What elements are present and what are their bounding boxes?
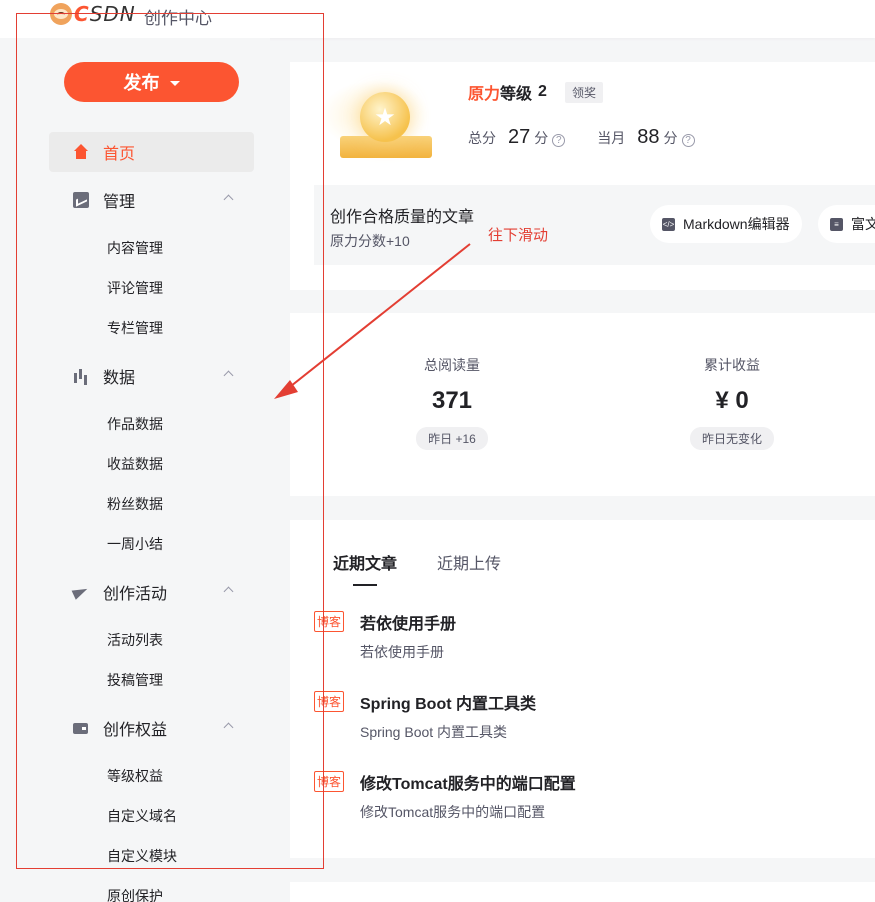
- level-title: 原力等级: [468, 86, 533, 103]
- sidebar-group-data[interactable]: 数据: [49, 348, 254, 404]
- sidebar-item-original-protect[interactable]: 原创保护: [49, 876, 254, 902]
- sidebar-item-work-data[interactable]: 作品数据: [49, 404, 254, 444]
- recent-panel: 近期文章 近期上传 博客 若依使用手册 若依使用手册 博客 Spring Boo…: [290, 520, 875, 858]
- level-value: 2: [538, 83, 547, 100]
- sidebar-group-manage[interactable]: 管理: [49, 172, 254, 228]
- trend-chart-icon: [73, 192, 89, 208]
- bar-chart-icon: [73, 368, 89, 384]
- markdown-editor-button[interactable]: </> Markdown编辑器: [650, 205, 802, 243]
- rich-text-editor-button[interactable]: ≡ 富文: [818, 205, 875, 243]
- sidebar: 发布 首页 管理 内容管理 评论管理 专栏管理 数据 作品数据 收益数据 粉丝数…: [0, 38, 270, 902]
- help-icon[interactable]: ?: [552, 134, 566, 147]
- sidebar-nav: 首页 管理 内容管理 评论管理 专栏管理 数据 作品数据 收益数据 粉丝数据 一…: [49, 132, 254, 902]
- task-bar: 创作合格质量的文章 原力分数+10 </> Markdown编辑器 ≡ 富文: [314, 185, 875, 265]
- task-title: 创作合格质量的文章: [330, 209, 475, 226]
- sidebar-item-comment-manage[interactable]: 评论管理: [49, 268, 254, 308]
- help-icon[interactable]: ?: [681, 134, 695, 147]
- star-icon: ★: [360, 92, 410, 142]
- blog-tag: 博客: [314, 771, 345, 792]
- home-icon: [73, 144, 89, 160]
- sidebar-item-custom-module[interactable]: 自定义模块: [49, 836, 254, 876]
- mascot-icon: [50, 3, 72, 25]
- month-score: 88: [637, 126, 660, 148]
- reads-delta-badge: 昨日 +16: [416, 427, 488, 450]
- code-icon: </>: [662, 217, 675, 231]
- income-delta-badge: 昨日无变化: [689, 427, 774, 450]
- sidebar-item-income-data[interactable]: 收益数据: [49, 444, 254, 484]
- chevron-up-icon: [223, 586, 234, 597]
- score-row: 总分 27 分 ? 当月 88 分 ?: [468, 126, 695, 149]
- task-subtitle: 原力分数+10: [330, 233, 410, 249]
- blog-tag: 博客: [314, 691, 345, 712]
- sidebar-item-home[interactable]: 首页: [49, 132, 254, 172]
- sidebar-item-fans-data[interactable]: 粉丝数据: [49, 484, 254, 524]
- tab-recent-uploads[interactable]: 近期上传: [437, 550, 501, 586]
- article-subtitle: Spring Boot 内置工具类: [360, 724, 508, 740]
- chevron-up-icon: [223, 194, 234, 205]
- annotation-text: 往下滑动: [488, 227, 549, 244]
- paper-plane-icon: [73, 584, 89, 600]
- level-row: 原力等级 2 领奖: [468, 80, 603, 104]
- caret-down-icon: [169, 80, 180, 86]
- total-income-value: ¥ 0: [715, 387, 749, 414]
- article-subtitle: 若依使用手册: [360, 644, 444, 660]
- sidebar-group-rights[interactable]: 创作权益: [49, 700, 254, 756]
- next-panel: [290, 882, 875, 902]
- article-title[interactable]: 若依使用手册: [360, 610, 456, 634]
- sidebar-item-level-rights[interactable]: 等级权益: [49, 756, 254, 796]
- recent-tabs: 近期文章 近期上传: [333, 550, 501, 586]
- blog-tag: 博客: [314, 611, 345, 632]
- article-title[interactable]: 修改Tomcat服务中的端口配置: [360, 770, 576, 794]
- top-header: CSDN 创作中心: [0, 0, 875, 38]
- article-title[interactable]: Spring Boot 内置工具类: [360, 690, 536, 714]
- claim-reward-button[interactable]: 领奖: [564, 81, 603, 103]
- chevron-up-icon: [223, 370, 234, 381]
- sidebar-item-column-manage[interactable]: 专栏管理: [49, 308, 254, 348]
- wallet-icon: [73, 720, 89, 736]
- total-reads-stat: 总阅读量 371 昨日 +16: [372, 355, 532, 450]
- publish-button[interactable]: 发布: [64, 62, 239, 102]
- tab-recent-articles[interactable]: 近期文章: [333, 550, 397, 586]
- total-income-stat: 累计收益 ¥ 0 昨日无变化: [652, 355, 812, 450]
- total-reads-value: 371: [431, 387, 473, 414]
- sidebar-group-activity[interactable]: 创作活动: [49, 564, 254, 620]
- article-subtitle: 修改Tomcat服务中的端口配置: [360, 804, 546, 820]
- level-badge-image: ★: [314, 74, 434, 162]
- sidebar-item-custom-domain[interactable]: 自定义域名: [49, 796, 254, 836]
- header-subtitle: 创作中心: [144, 9, 212, 28]
- stats-panel: 总阅读量 371 昨日 +16 累计收益 ¥ 0 昨日无变化: [290, 313, 875, 496]
- level-panel: ★ 原力等级 2 领奖 总分 27 分 ? 当月 88 分 ? 创作合格质量的文…: [290, 62, 875, 290]
- chevron-up-icon: [223, 722, 234, 733]
- sidebar-item-submission-manage[interactable]: 投稿管理: [49, 660, 254, 700]
- csdn-logo[interactable]: CSDN: [50, 2, 136, 26]
- sidebar-item-activity-list[interactable]: 活动列表: [49, 620, 254, 660]
- sidebar-item-weekly-summary[interactable]: 一周小结: [49, 524, 254, 564]
- sidebar-item-content-manage[interactable]: 内容管理: [49, 228, 254, 268]
- total-score: 27: [508, 126, 531, 148]
- document-icon: ≡: [830, 217, 843, 231]
